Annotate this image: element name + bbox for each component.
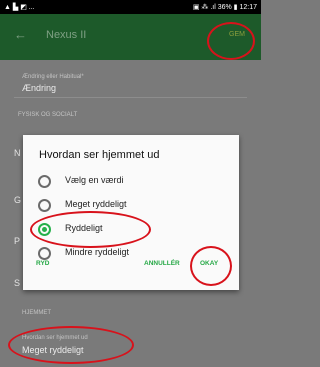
status-icons-right: ▣ ⁂ .ıl 36% ▮ 12:17 [192,4,257,11]
radio-button[interactable] [38,247,51,260]
change-field-label: Ændring eller Habitual* [22,74,84,80]
status-bar: ▲ ▙ ◩ ... ▣ ⁂ .ıl 36% ▮ 12:17 [0,0,261,14]
app-title: Nexus II [46,29,87,41]
section-heading-home: HJEMMET [22,310,51,316]
annotation-circle-save [207,22,255,60]
partial-field-value: N [14,148,21,158]
annotation-circle-tidy-option [30,211,151,248]
annotation-circle-ok-button [190,246,232,286]
option-label: Mindre ryddeligt [65,247,130,257]
section-heading-physical: FYSISK OG SOCIALT [18,112,78,118]
clear-button[interactable]: RYD [36,260,49,267]
status-icons-left: ▲ ▙ ◩ ... [4,4,35,11]
annotation-circle-home-value [8,326,134,364]
option-choose-value[interactable]: Vælg en værdi [33,171,223,193]
change-field-value[interactable]: Ændring [22,83,56,93]
field-divider [14,97,247,98]
option-label: Meget ryddeligt [65,199,127,209]
radio-button[interactable] [38,175,51,188]
partial-field-value: P [14,236,21,246]
arrow-left-icon[interactable]: ← [14,27,27,42]
radio-button[interactable] [38,199,51,212]
dialog-title: Hvordan ser hjemmet ud [39,149,160,161]
partial-field-value: S [14,278,21,288]
cancel-button[interactable]: ANNULLÉR [144,260,180,267]
partial-field-value: G [14,195,22,205]
option-label: Vælg en værdi [65,175,124,185]
